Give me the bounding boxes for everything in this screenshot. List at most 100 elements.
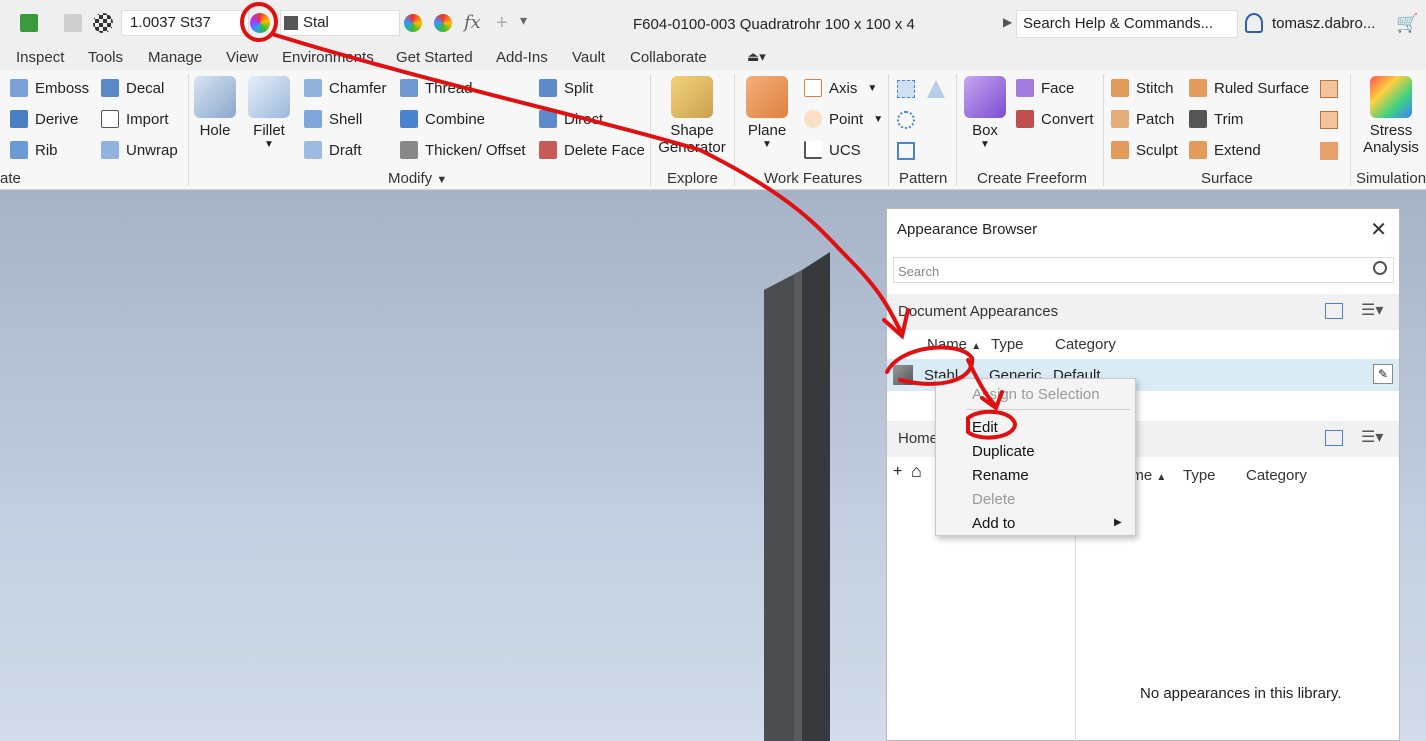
thicken-icon xyxy=(400,141,418,159)
unwrap-button[interactable]: Unwrap xyxy=(101,141,178,159)
tab-get-started[interactable]: Get Started xyxy=(396,49,473,66)
rectangular-pattern-icon[interactable] xyxy=(897,80,915,98)
shell-button[interactable]: Shell xyxy=(304,110,362,128)
tab-inspect[interactable]: Inspect xyxy=(16,49,64,66)
lib-col-category[interactable]: Category xyxy=(1246,467,1307,484)
fillet-button[interactable]: Fillet ▼ xyxy=(246,76,292,150)
ruled-surface-button[interactable]: Ruled Surface xyxy=(1189,79,1309,97)
col-name[interactable]: Name ▲ xyxy=(927,336,981,353)
view-options-icon[interactable]: ☰▾ xyxy=(1361,427,1383,447)
box-button[interactable]: Box ▼ xyxy=(962,76,1008,150)
rib-button[interactable]: Rib xyxy=(10,141,58,159)
surface-tool-icon[interactable] xyxy=(1320,111,1338,129)
stress-analysis-button[interactable]: Stress Analysis xyxy=(1360,76,1422,156)
tab-tools[interactable]: Tools xyxy=(88,49,123,66)
material-dropdown[interactable]: 1.0037 St37 xyxy=(121,10,249,36)
return-icon[interactable] xyxy=(20,14,38,32)
thicken-offset-button[interactable]: Thicken/ Offset xyxy=(400,141,526,159)
derive-button[interactable]: Derive xyxy=(10,110,78,128)
modify-group-label[interactable]: Modify ▼ xyxy=(388,170,447,187)
surface-tool-icon[interactable] xyxy=(1320,142,1338,160)
menu-item-edit[interactable]: Edit xyxy=(972,419,998,436)
menu-item-add-to[interactable]: Add to xyxy=(972,515,1015,532)
chamfer-button[interactable]: Chamfer xyxy=(304,79,387,97)
thread-button[interactable]: Thread xyxy=(400,79,473,97)
ucs-icon xyxy=(804,141,822,159)
user-name[interactable]: tomasz.dabro... xyxy=(1272,15,1375,32)
close-icon[interactable]: ✕ xyxy=(1370,217,1387,242)
appearance-search-input[interactable]: Search xyxy=(893,257,1394,283)
tab-vault[interactable]: Vault xyxy=(572,49,605,66)
ribbon-options-icon[interactable]: ⏏▾ xyxy=(747,49,766,65)
extend-button[interactable]: Extend xyxy=(1189,141,1261,159)
menu-item-rename[interactable]: Rename xyxy=(972,467,1029,484)
stitch-icon xyxy=(1111,79,1129,97)
edit-pencil-icon[interactable]: ✎ xyxy=(1373,364,1393,384)
create-appearance-icon[interactable] xyxy=(1325,303,1343,319)
ucs-button[interactable]: UCS xyxy=(804,141,861,159)
search-icon[interactable] xyxy=(1373,261,1387,275)
library-panel-icon[interactable] xyxy=(1325,430,1343,446)
expand-icon[interactable]: + xyxy=(893,463,902,481)
sculpt-button[interactable]: Sculpt xyxy=(1111,141,1178,159)
emboss-button[interactable]: Emboss xyxy=(10,79,89,97)
chevron-down-icon: ▼ xyxy=(762,139,772,150)
clear-appearance-icon[interactable] xyxy=(434,14,452,32)
adjust-appearance-icon[interactable] xyxy=(404,14,422,32)
col-category[interactable]: Category xyxy=(1055,336,1116,353)
face-icon xyxy=(1016,79,1034,97)
hole-button[interactable]: Hole xyxy=(193,76,237,139)
ribbon-separator xyxy=(650,74,651,186)
appearance-override-icon[interactable] xyxy=(250,13,270,33)
import-button[interactable]: Import xyxy=(101,110,169,128)
circular-pattern-icon[interactable] xyxy=(897,111,915,129)
surface-tool-icon[interactable] xyxy=(1320,80,1338,98)
tab-environments[interactable]: Environments xyxy=(282,49,374,66)
rib-icon xyxy=(10,141,28,159)
tab-collaborate[interactable]: Collaborate xyxy=(630,49,707,66)
stitch-button[interactable]: Stitch xyxy=(1111,79,1174,97)
appearance-value: Stal xyxy=(303,14,329,31)
work-features-group-label: Work Features xyxy=(764,170,863,187)
home-icon[interactable]: ⌂ xyxy=(911,461,922,482)
submenu-arrow-icon: ▶ xyxy=(1114,517,1122,528)
tab-manage[interactable]: Manage xyxy=(148,49,202,66)
select-filter-icon[interactable] xyxy=(64,14,82,32)
menu-item-duplicate[interactable]: Duplicate xyxy=(972,443,1035,460)
plane-button[interactable]: Plane ▼ xyxy=(744,76,790,150)
patch-button[interactable]: Patch xyxy=(1111,110,1174,128)
chevron-right-icon[interactable]: ▶ xyxy=(1003,15,1012,29)
help-search-input[interactable]: Search Help & Commands... xyxy=(1016,10,1238,38)
extend-icon xyxy=(1189,141,1207,159)
sketch-pattern-icon[interactable] xyxy=(897,142,915,160)
trim-button[interactable]: Trim xyxy=(1189,110,1243,128)
col-type[interactable]: Type xyxy=(991,336,1024,353)
appearance-dropdown[interactable]: Stal xyxy=(280,10,400,36)
combine-button[interactable]: Combine xyxy=(400,110,485,128)
context-menu: Assign to Selection Edit Duplicate Renam… xyxy=(935,378,1136,536)
decal-button[interactable]: Decal xyxy=(101,79,164,97)
customize-icon[interactable]: ▾ xyxy=(520,12,527,29)
point-button[interactable]: Point ▼ xyxy=(804,110,883,128)
split-button[interactable]: Split xyxy=(539,79,593,97)
axis-button[interactable]: Axis ▼ xyxy=(804,79,877,97)
lib-col-type[interactable]: Type xyxy=(1183,467,1216,484)
tab-add-ins[interactable]: Add-Ins xyxy=(496,49,548,66)
mirror-icon[interactable] xyxy=(927,80,945,98)
view-options-icon[interactable]: ☰▾ xyxy=(1361,300,1383,320)
direct-icon xyxy=(539,110,557,128)
direct-button[interactable]: Direct xyxy=(539,110,603,128)
tab-view[interactable]: View xyxy=(226,49,258,66)
square-tube-model[interactable] xyxy=(764,250,830,741)
plus-icon[interactable]: + xyxy=(496,12,508,35)
face-button[interactable]: Face xyxy=(1016,79,1074,97)
shape-generator-button[interactable]: Shape Generator xyxy=(655,76,729,156)
cart-icon[interactable]: 🛒 xyxy=(1396,13,1418,34)
convert-button[interactable]: Convert xyxy=(1016,110,1094,128)
pattern-group-label: Pattern xyxy=(899,170,948,187)
point-icon xyxy=(804,110,822,128)
draft-button[interactable]: Draft xyxy=(304,141,362,159)
stahl-swatch-icon xyxy=(893,365,913,385)
delete-face-button[interactable]: Delete Face xyxy=(539,141,645,159)
fx-icon[interactable]: fx xyxy=(464,12,481,33)
